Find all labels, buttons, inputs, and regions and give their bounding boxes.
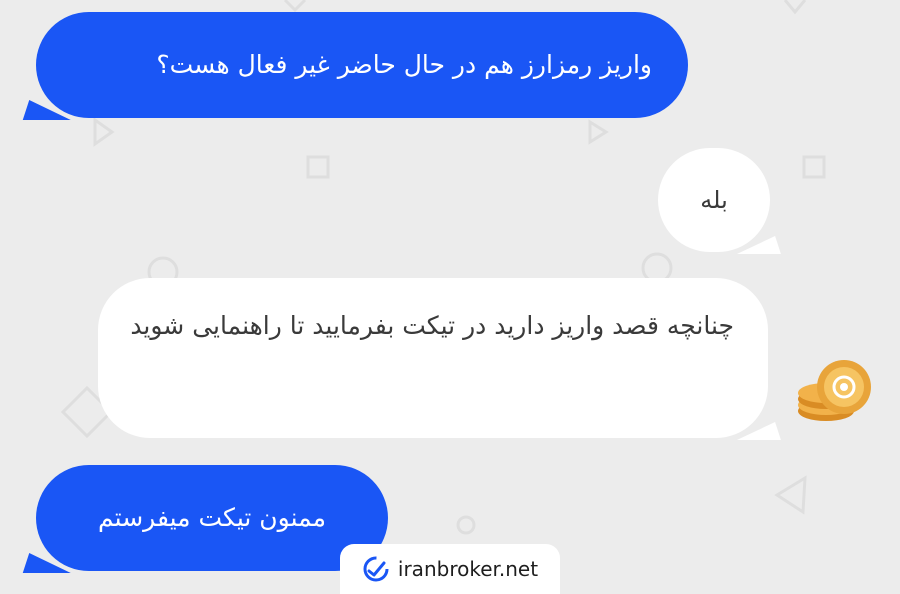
message-text: واریز رمزارز هم در حال حاضر غیر فعال هست… <box>156 50 652 79</box>
bubble-tail <box>731 236 781 254</box>
bubble-tail <box>731 422 781 440</box>
message-bubble-user: ممنون تیکت میفرستم <box>22 465 388 573</box>
message-text: چنانچه قصد واریز دارید در تیکت بفرمایید … <box>130 311 734 340</box>
watermark-text: iranbroker.net <box>397 557 539 581</box>
chart-check-icon <box>363 556 389 582</box>
watermark-badge: iranbroker.net <box>340 544 560 594</box>
message-text: ممنون تیکت میفرستم <box>98 503 326 532</box>
coin-avatar-icon <box>798 360 871 421</box>
message-text: بله <box>700 186 728 214</box>
message-bubble-support: بله <box>658 148 781 254</box>
message-bubble-user: واریز رمزارز هم در حال حاضر غیر فعال هست… <box>22 12 688 120</box>
message-bubble-support: چنانچه قصد واریز دارید در تیکت بفرمایید … <box>98 278 781 440</box>
bubble-tail <box>22 553 78 573</box>
bubble-tail <box>22 100 78 120</box>
